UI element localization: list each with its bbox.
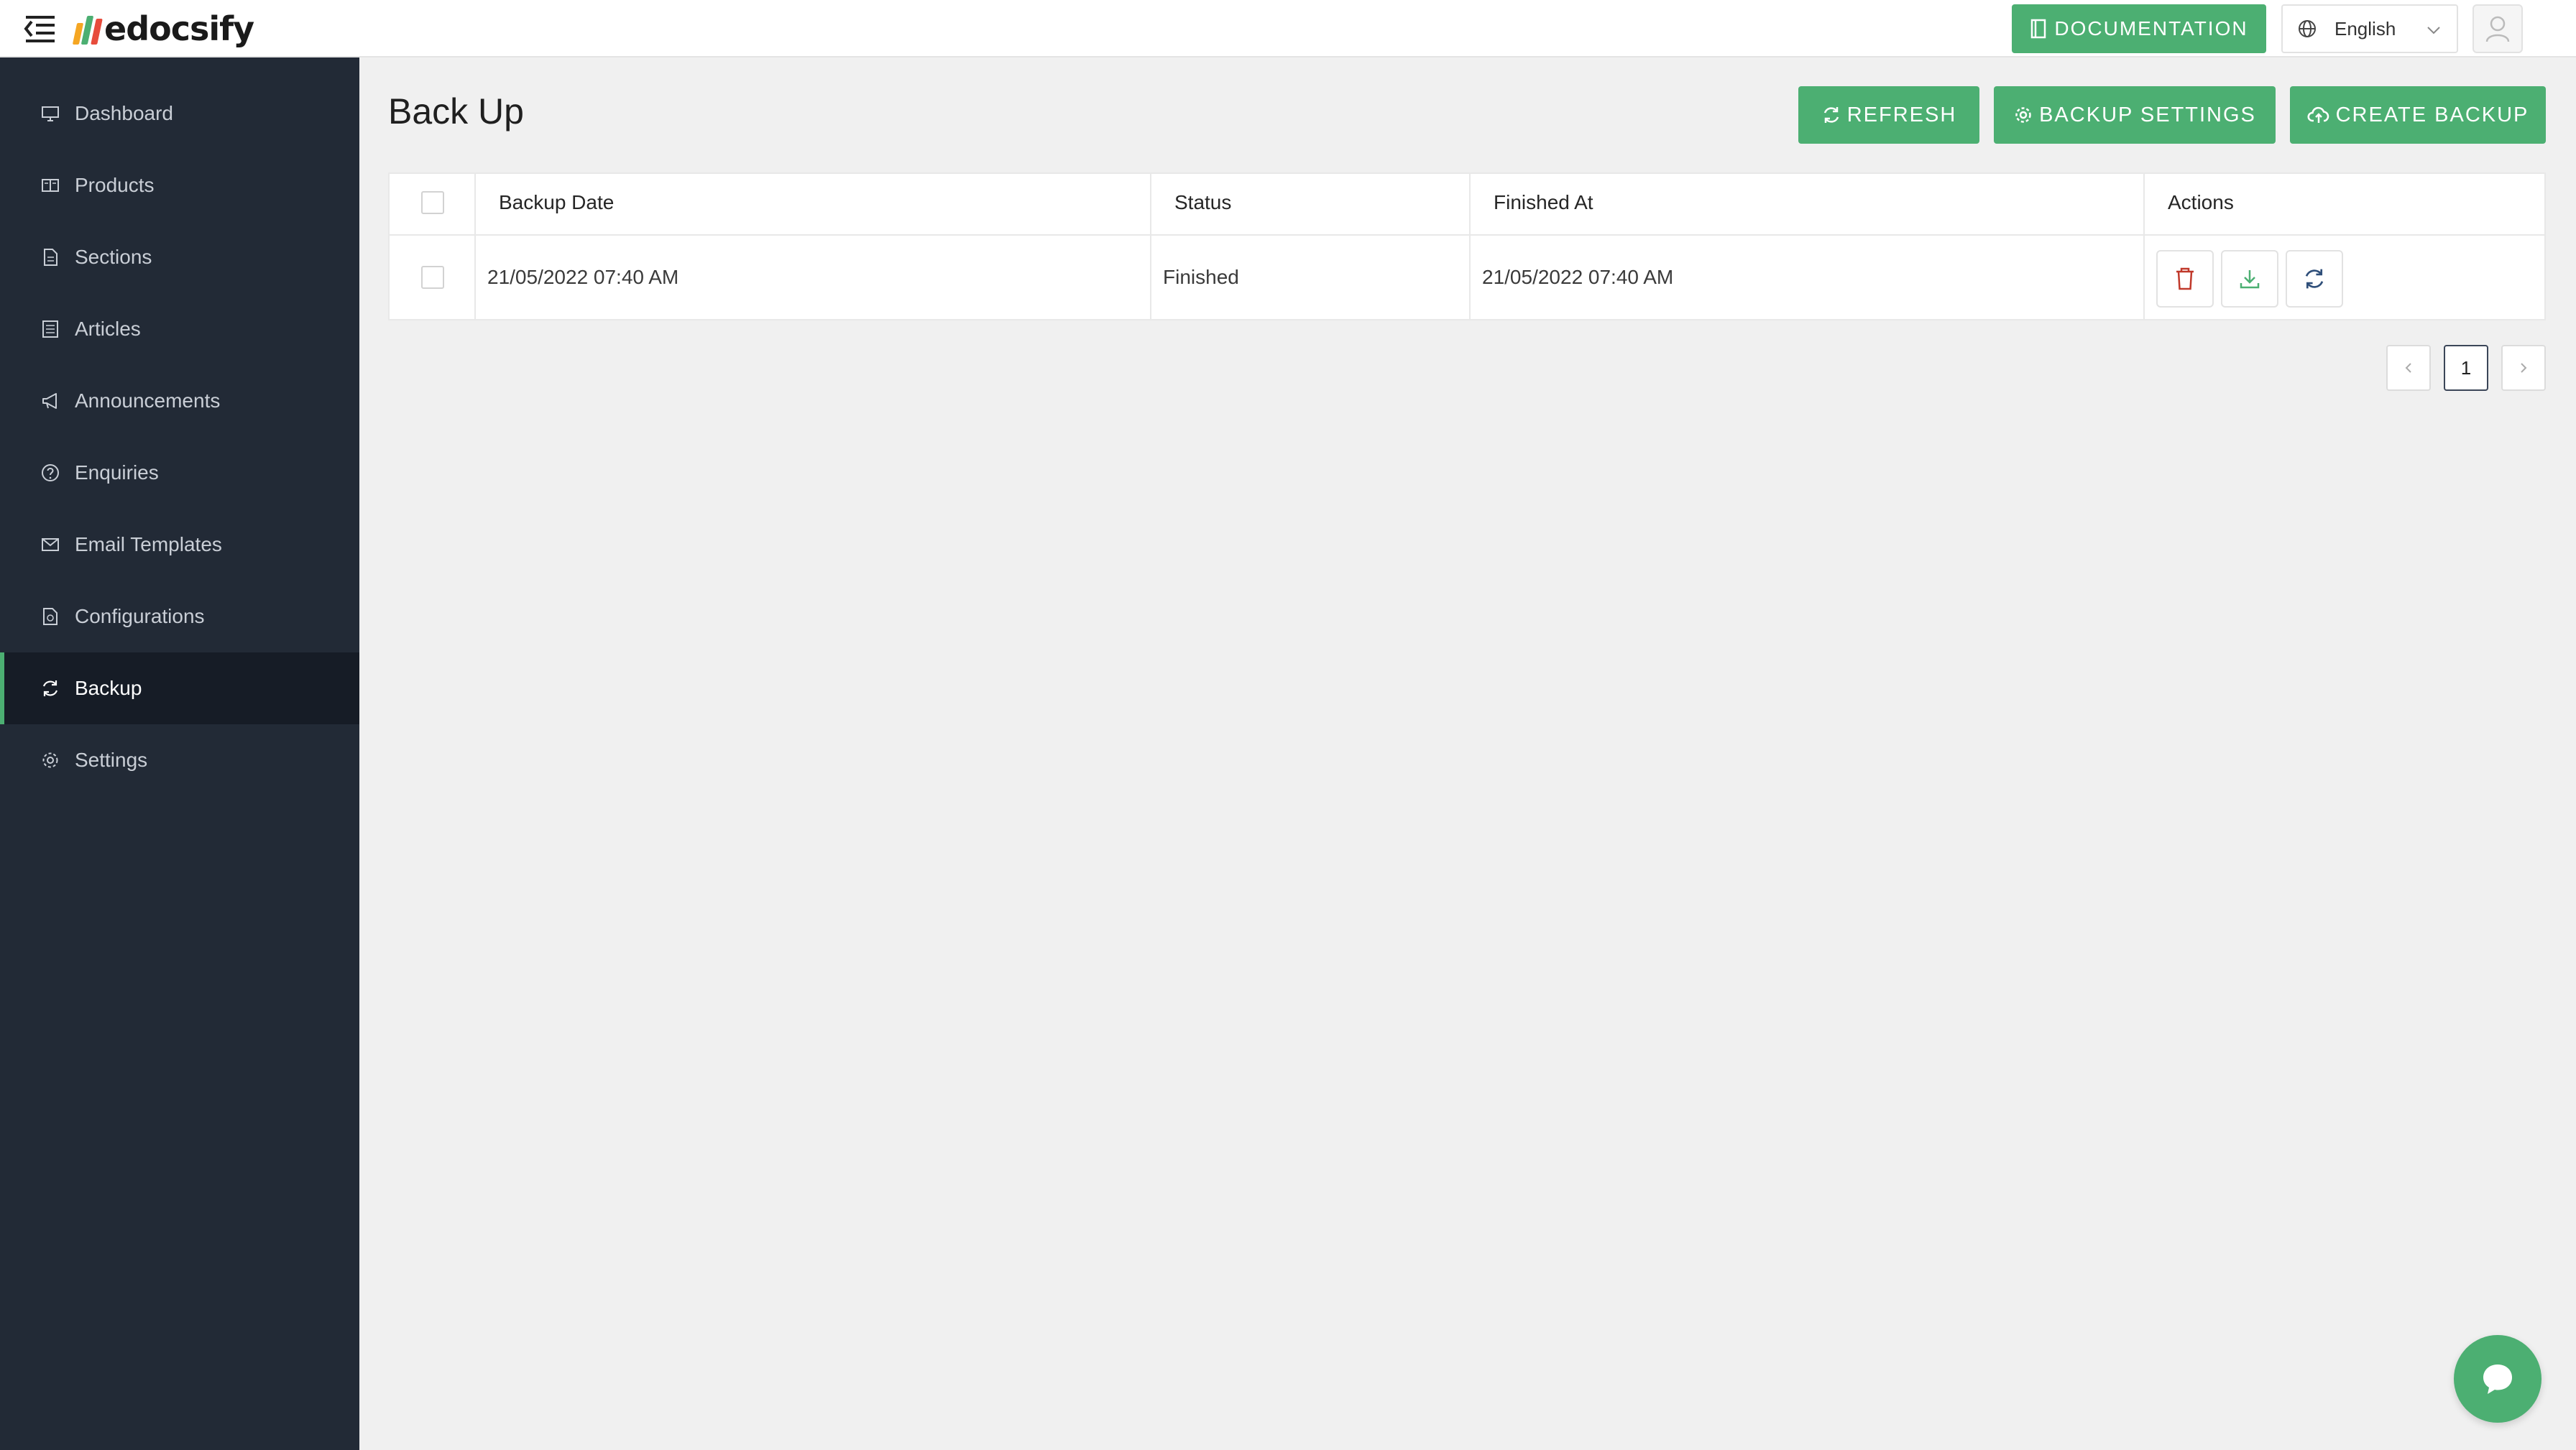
download-backup-button[interactable] xyxy=(2221,250,2278,308)
user-icon xyxy=(2485,16,2510,42)
sidebar-item-label: Settings xyxy=(75,749,148,771)
cell-status: Finished xyxy=(1163,266,1239,288)
sidebar-item-email-templates[interactable]: Email Templates xyxy=(0,509,359,581)
sidebar: Dashboard Products Sections Articles Ann… xyxy=(0,57,359,1450)
restore-backup-button[interactable] xyxy=(2286,250,2343,308)
sync-icon xyxy=(42,680,58,696)
chevron-right-icon xyxy=(2521,363,2527,373)
sidebar-item-settings[interactable]: Settings xyxy=(0,724,359,796)
pagination-prev-button[interactable] xyxy=(2386,345,2431,391)
list-icon xyxy=(42,320,58,338)
config-icon xyxy=(43,608,58,625)
sidebar-item-label: Email Templates xyxy=(75,533,222,555)
logo[interactable]: edocsify xyxy=(72,9,254,49)
column-divider xyxy=(474,174,476,320)
sidebar-item-announcements[interactable]: Announcements xyxy=(0,365,359,437)
sidebar-item-label: Dashboard xyxy=(75,102,173,124)
backup-settings-button[interactable]: BACKUP SETTINGS xyxy=(1994,86,2276,144)
cell-finished-at: 21/05/2022 07:40 AM xyxy=(1482,266,1674,288)
user-avatar[interactable] xyxy=(2472,4,2523,53)
gear-icon xyxy=(2015,107,2031,123)
sidebar-item-backup[interactable]: Backup xyxy=(0,652,359,724)
column-divider xyxy=(1150,174,1151,320)
column-header-actions: Actions xyxy=(2168,191,2234,213)
row-checkbox[interactable] xyxy=(421,266,444,289)
page-title: Back Up xyxy=(388,91,524,131)
language-label: English xyxy=(2334,17,2396,40)
sync-icon xyxy=(1823,107,1839,123)
language-select[interactable]: English xyxy=(2281,4,2458,53)
logo-mark-icon xyxy=(72,13,103,45)
chat-widget-button[interactable] xyxy=(2454,1335,2542,1423)
column-header-status[interactable]: Status xyxy=(1174,191,1231,214)
book-icon xyxy=(42,179,59,192)
sidebar-item-configurations[interactable]: Configurations xyxy=(0,581,359,652)
gear-icon xyxy=(42,752,58,768)
create-backup-label: CREATE BACKUP xyxy=(2335,103,2529,126)
column-header-backup-date[interactable]: Backup Date xyxy=(499,191,614,214)
sidebar-item-articles[interactable]: Articles xyxy=(0,293,359,365)
sidebar-item-sections[interactable]: Sections xyxy=(0,221,359,293)
refresh-button[interactable]: REFRESH xyxy=(1798,86,1979,144)
refresh-label: REFRESH xyxy=(1846,103,1957,126)
pagination-next-button[interactable] xyxy=(2501,345,2546,391)
sidebar-item-label: Products xyxy=(75,174,155,196)
pagination-page-1[interactable]: 1 xyxy=(2444,345,2488,391)
sidebar-item-products[interactable]: Products xyxy=(0,149,359,221)
delete-backup-button[interactable] xyxy=(2156,250,2214,308)
top-header: edocsify DOCUMENTATION English xyxy=(0,0,2576,57)
sidebar-item-enquiries[interactable]: Enquiries xyxy=(0,437,359,509)
documentation-button[interactable]: DOCUMENTATION xyxy=(2012,4,2266,53)
logo-text: edocsify xyxy=(104,9,254,48)
sidebar-item-label: Articles xyxy=(75,318,141,340)
question-icon xyxy=(42,464,59,481)
globe-icon xyxy=(2299,20,2316,37)
select-all-checkbox[interactable] xyxy=(421,191,444,214)
backup-settings-label: BACKUP SETTINGS xyxy=(2039,103,2256,126)
sidebar-item-dashboard[interactable]: Dashboard xyxy=(0,78,359,149)
cell-backup-date: 21/05/2022 07:40 AM xyxy=(487,266,679,288)
chat-bubble-icon xyxy=(2483,1364,2512,1394)
sidebar-item-label: Backup xyxy=(75,677,142,699)
chevron-left-icon xyxy=(2405,363,2411,373)
book-icon xyxy=(2031,19,2046,39)
column-divider xyxy=(2143,174,2145,320)
create-backup-button[interactable]: CREATE BACKUP xyxy=(2290,86,2546,144)
backup-table: Backup Date Status Finished At Actions 2… xyxy=(388,172,2546,320)
sidebar-item-label: Announcements xyxy=(75,389,221,412)
sidebar-item-label: Enquiries xyxy=(75,461,159,484)
documentation-label: DOCUMENTATION xyxy=(2054,17,2248,40)
sidebar-item-label: Configurations xyxy=(75,605,205,627)
menu-toggle-icon[interactable] xyxy=(22,14,58,43)
chevron-down-icon xyxy=(2427,27,2440,34)
column-header-finished-at[interactable]: Finished At xyxy=(1494,191,1593,214)
cloud-upload-icon xyxy=(2307,106,2329,123)
file-icon xyxy=(44,249,58,266)
mail-icon xyxy=(42,538,59,551)
column-divider xyxy=(1469,174,1471,320)
sync-icon xyxy=(2305,269,2324,289)
trash-icon xyxy=(2176,267,2194,290)
header-divider xyxy=(390,234,2544,236)
sidebar-item-label: Sections xyxy=(75,246,152,268)
megaphone-icon xyxy=(42,393,57,409)
download-icon xyxy=(2240,270,2260,289)
monitor-icon xyxy=(42,106,59,121)
